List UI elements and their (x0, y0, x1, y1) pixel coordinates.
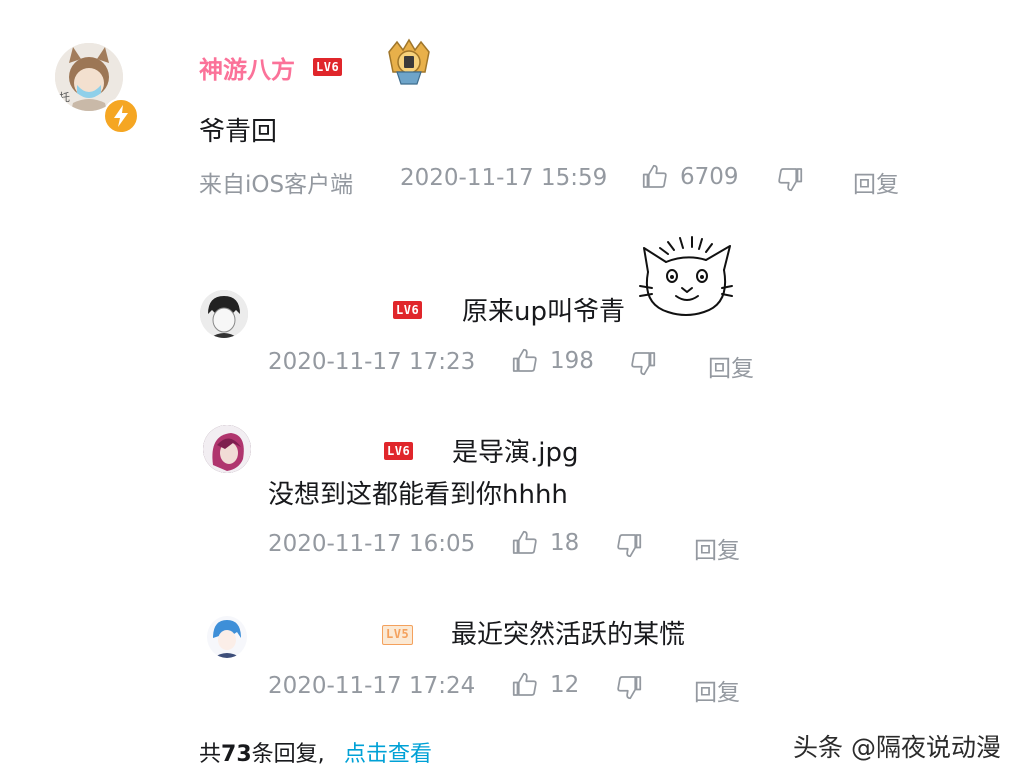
cat-face-sticker-icon (639, 236, 733, 316)
user-avatar-icon (203, 425, 251, 473)
reply-count-summary: 共73条回复, (199, 736, 325, 768)
dislike-button[interactable] (628, 348, 658, 378)
like-button[interactable]: 198 (510, 346, 594, 376)
dislike-button[interactable] (775, 164, 805, 194)
thumbs-down-icon (778, 168, 803, 192)
level-badge: LV5 (382, 625, 414, 645)
thumbs-down-icon (631, 352, 656, 376)
like-count: 18 (550, 530, 580, 556)
reply-text: 是导演.jpg (452, 438, 579, 468)
like-button[interactable]: 6709 (640, 162, 739, 192)
reply-text-line2: 没想到这都能看到你hhhh (268, 480, 568, 510)
reply-count: 73 (221, 742, 252, 767)
thumbs-up-icon (512, 530, 537, 554)
level-badge: LV6 (384, 442, 414, 460)
reply-button[interactable]: 回复 (694, 531, 740, 565)
comment-time: 2020-11-17 17:23 (268, 349, 476, 375)
reply-avatar[interactable] (203, 425, 251, 473)
crown-medal-icon (388, 38, 430, 85)
vip-lightning-badge (103, 98, 139, 134)
reply-count-prefix: 共 (199, 742, 222, 767)
comment-time: 2020-11-17 17:24 (268, 673, 476, 699)
thumbs-up-icon (512, 672, 537, 696)
thumbs-up-icon (512, 348, 537, 372)
reply-avatar[interactable] (207, 616, 247, 658)
user-avatar-icon (207, 616, 247, 658)
like-count: 198 (550, 348, 594, 374)
reply-count-suffix: 条回复, (251, 742, 325, 767)
thumbs-down-icon (617, 534, 642, 558)
comment-source: 来自iOS客户端 (199, 172, 354, 198)
like-button[interactable]: 12 (510, 670, 579, 700)
medal-badge (383, 38, 435, 92)
comment-time: 2020-11-17 15:59 (400, 165, 608, 191)
dislike-button[interactable] (614, 672, 644, 702)
main-comment-username[interactable]: 神游八方 (199, 50, 295, 85)
reply-text: 原来up叫爷青 (462, 297, 625, 327)
main-comment-text: 爷青回 (199, 117, 278, 147)
avatar-tag: 托 (59, 91, 70, 104)
user-avatar-icon (200, 290, 248, 338)
level-badge: LV6 (313, 58, 343, 76)
like-count: 12 (550, 672, 580, 698)
comment-time: 2020-11-17 16:05 (268, 531, 476, 557)
thumbs-up-icon (642, 164, 667, 188)
watermark: 头条 @隔夜说动漫 (793, 733, 1001, 762)
cat-sticker (638, 232, 734, 322)
lightning-icon (114, 105, 128, 127)
reply-button[interactable]: 回复 (708, 349, 754, 383)
thumbs-down-icon (617, 676, 642, 700)
reply-text: 最近突然活跃的某慌 (451, 620, 686, 650)
level-badge: LV6 (393, 301, 423, 319)
like-count: 6709 (680, 164, 739, 190)
reply-button[interactable]: 回复 (853, 165, 899, 199)
dislike-button[interactable] (614, 530, 644, 560)
reply-avatar[interactable] (200, 290, 248, 338)
view-replies-link[interactable]: 点击查看 (344, 736, 432, 768)
reply-button[interactable]: 回复 (694, 673, 740, 707)
like-button[interactable]: 18 (510, 528, 579, 558)
